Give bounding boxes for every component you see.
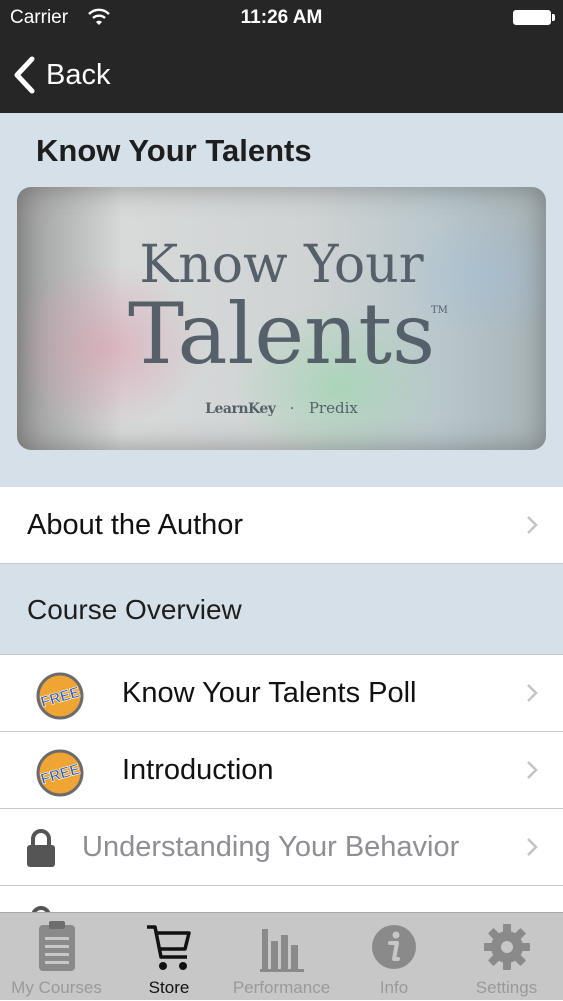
bar-chart-icon	[259, 929, 304, 972]
banner-trademark: TM	[431, 305, 448, 316]
clipboard-icon	[38, 921, 75, 971]
info-icon	[372, 925, 416, 969]
banner-line-2: Talents	[127, 285, 436, 383]
chevron-right-icon	[527, 761, 538, 779]
chevron-right-icon	[527, 684, 538, 702]
about-author-label: About the Author	[27, 509, 244, 541]
navigation-bar: Back	[0, 36, 563, 113]
lesson-label: Introduction	[122, 754, 274, 786]
cart-icon	[147, 925, 191, 970]
lesson-row-locked[interactable]: Understanding Your Behavior	[0, 809, 563, 885]
free-badge-icon: FREE	[36, 672, 84, 720]
banner-brand-learnkey: LearnKey	[205, 401, 276, 417]
battery-icon	[513, 10, 551, 25]
banner-brands: LearnKey · Predix	[17, 399, 546, 417]
about-author-row[interactable]: About the Author	[0, 487, 563, 563]
tab-label: Store	[148, 978, 190, 997]
tab-store[interactable]: Store	[113, 913, 225, 1001]
tab-label: Performance	[232, 978, 331, 997]
battery-tip	[552, 14, 555, 21]
lesson-row[interactable]: FREE Introduction	[0, 732, 563, 808]
free-badge-icon: FREE	[36, 749, 84, 797]
tab-my-courses[interactable]: My Courses	[0, 913, 113, 1001]
course-banner-image: Know Your Talents TM LearnKey · Predix	[17, 187, 546, 450]
back-button[interactable]: Back	[12, 54, 110, 96]
lesson-label: Understanding Your Behavior	[82, 831, 460, 863]
banner-dot: ·	[289, 399, 295, 417]
status-time: 11:26 AM	[240, 7, 323, 28]
section-header-label: Course Overview	[27, 594, 242, 625]
tab-performance[interactable]: Performance	[225, 913, 338, 1001]
lock-icon	[27, 829, 55, 867]
tab-settings[interactable]: Settings	[450, 913, 563, 1001]
tab-bar: My Courses Store Performance Info Settin…	[0, 912, 563, 1000]
page-title: Know Your Talents	[36, 133, 312, 168]
lesson-row[interactable]: FREE Know Your Talents Poll	[0, 655, 563, 731]
lesson-label: Know Your Talents Poll	[122, 677, 417, 709]
gear-icon	[483, 924, 530, 970]
section-header-course-overview: Course Overview	[0, 564, 563, 655]
tab-label: Info	[379, 978, 409, 997]
status-bar: Carrier 11:26 AM	[0, 0, 563, 36]
chevron-right-icon	[527, 838, 538, 856]
course-header: Know Your Talents Know Your Talents TM L…	[0, 113, 563, 487]
chevron-right-icon	[527, 516, 538, 534]
back-label: Back	[46, 58, 111, 91]
tab-info[interactable]: Info	[338, 913, 450, 1001]
tab-label: My Courses	[11, 978, 102, 997]
tab-label: Settings	[475, 978, 538, 997]
banner-brand-predix: Predix	[308, 399, 358, 417]
chevron-left-icon	[14, 56, 35, 94]
